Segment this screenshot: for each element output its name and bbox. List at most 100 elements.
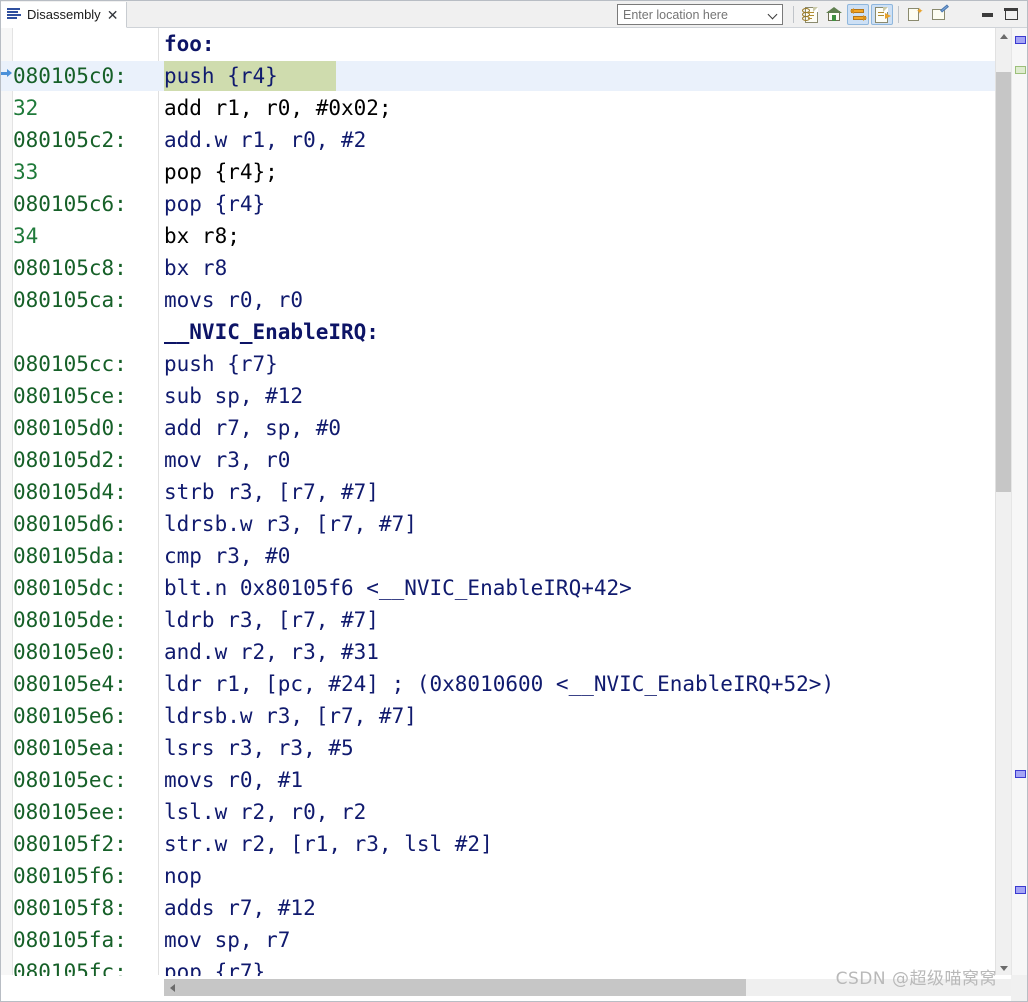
instruction-row[interactable]: 080105d4: strb r3, [r7, #7]: [1, 476, 1011, 508]
breakpoint-marker[interactable]: [1015, 886, 1026, 894]
instruction-row[interactable]: 080105ce: sub sp, #12: [1, 380, 1011, 412]
home-button[interactable]: [823, 4, 845, 25]
instruction-address: 080105dc:: [13, 576, 127, 600]
instruction-row[interactable]: 080105f8: adds r7, #12: [1, 892, 1011, 924]
instruction-row[interactable]: 080105c0: push {r4}: [1, 60, 1011, 92]
scroll-left-button[interactable]: [164, 979, 180, 996]
source-page-icon: [801, 6, 819, 23]
view-toolbar: ✦: [617, 3, 1023, 26]
instruction-text: bx r8: [164, 256, 228, 280]
instruction-text: add.w r1, r0, #2: [164, 128, 367, 152]
instruction-text: add r7, sp, #0: [164, 416, 342, 440]
instruction-address: 080105e0:: [13, 640, 127, 664]
instruction-row[interactable]: 080105e0: and.w r2, r3, #31: [1, 636, 1011, 668]
view-menu-button[interactable]: [952, 4, 974, 25]
scroll-down-button[interactable]: [996, 960, 1011, 976]
instruction-address: 080105d4:: [13, 480, 127, 504]
show-source-button[interactable]: [799, 4, 821, 25]
horizontal-scrollbar-track[interactable]: [164, 979, 1011, 996]
instruction-address: 080105de:: [13, 608, 127, 632]
breakpoint-marker[interactable]: [1015, 770, 1026, 778]
instruction-address: 080105c2:: [13, 128, 127, 152]
instruction-row[interactable]: 080105e4: ldr r1, [pc, #24] ; (0x8010600 …: [1, 668, 1011, 700]
instruction-text: push {r4}: [164, 64, 278, 88]
source-line-number: 32: [13, 96, 39, 120]
instruction-text: pop {r4}: [164, 192, 266, 216]
link-with-active-debug-context-button[interactable]: [871, 4, 893, 25]
current-line-marker[interactable]: [1015, 66, 1026, 74]
close-icon[interactable]: ✕: [106, 8, 120, 22]
source-line-row[interactable]: 33 pop {r4};: [1, 156, 1011, 188]
instruction-address: 080105cc:: [13, 352, 127, 376]
location-input[interactable]: [623, 7, 763, 22]
source-line-text: bx r8;: [164, 224, 240, 248]
function-label-row[interactable]: __NVIC_EnableIRQ:: [1, 316, 1011, 348]
new-view-button[interactable]: ✦: [904, 4, 926, 25]
instruction-address: 080105d2:: [13, 448, 127, 472]
instruction-address: 080105e4:: [13, 672, 127, 696]
instruction-row[interactable]: 080105fc: pop {r7}: [1, 956, 1011, 976]
minimize-button[interactable]: [976, 4, 998, 25]
instruction-text: ldrsb.w r3, [r7, #7]: [164, 512, 417, 536]
overview-ruler[interactable]: [1011, 28, 1027, 976]
instruction-row[interactable]: 080105c6: pop {r4}: [1, 188, 1011, 220]
instruction-row[interactable]: 080105d2: mov r3, r0: [1, 444, 1011, 476]
instruction-row[interactable]: 080105ca: movs r0, r0: [1, 284, 1011, 316]
disassembly-icon: [7, 8, 22, 21]
instruction-text: adds r7, #12: [164, 896, 316, 920]
tab-disassembly[interactable]: Disassembly ✕: [1, 2, 128, 28]
maximize-button[interactable]: [1000, 4, 1022, 25]
instruction-row[interactable]: 080105de: ldrb r3, [r7, #7]: [1, 604, 1011, 636]
instruction-row[interactable]: 080105d6: ldrsb.w r3, [r7, #7]: [1, 508, 1011, 540]
instruction-row[interactable]: 080105e6: ldrsb.w r3, [r7, #7]: [1, 700, 1011, 732]
horizontal-scrollbar-thumb[interactable]: [164, 979, 746, 996]
scroll-up-button[interactable]: [996, 28, 1011, 44]
toggle-instruction-stepping-button[interactable]: [847, 4, 869, 25]
new-note-icon: ✦: [907, 6, 924, 23]
disassembly-listing[interactable]: foo: 080105c0: push {r4} 32 add r1, r0, #0x…: [1, 28, 1011, 976]
instruction-row[interactable]: 080105ec: movs r0, #1: [1, 764, 1011, 796]
instruction-address: 080105c6:: [13, 192, 127, 216]
disassembly-view-window: Disassembly ✕ Enter location here ✦ foo:…: [0, 0, 1028, 1002]
view-titlebar: Disassembly ✕ Enter location here ✦: [1, 1, 1027, 28]
vertical-scrollbar-thumb[interactable]: [996, 72, 1011, 492]
instruction-text: mov r3, r0: [164, 448, 291, 472]
instruction-address: 080105ca:: [13, 288, 127, 312]
breakpoint-marker[interactable]: [1015, 36, 1026, 44]
swap-arrows-icon: [849, 7, 867, 23]
instruction-row[interactable]: 080105f2: str.w r2, [r1, r3, lsl #2]: [1, 828, 1011, 860]
minimize-icon: [979, 7, 996, 23]
source-line-row[interactable]: 32 add r1, r0, #0x02;: [1, 92, 1011, 124]
source-line-number: 33: [13, 160, 39, 184]
source-line-row[interactable]: 34 bx r8;: [1, 220, 1011, 252]
instruction-address: 080105ce:: [13, 384, 127, 408]
instruction-text: str.w r2, [r1, r3, lsl #2]: [164, 832, 493, 856]
instruction-row[interactable]: 080105da: cmp r3, #0: [1, 540, 1011, 572]
instruction-row[interactable]: 080105ee: lsl.w r2, r0, r2: [1, 796, 1011, 828]
pin-to-debug-context-button[interactable]: [928, 3, 950, 25]
vertical-scrollbar[interactable]: [995, 28, 1011, 976]
instruction-row[interactable]: 080105d0: add r7, sp, #0: [1, 412, 1011, 444]
instruction-address: 080105fc:: [13, 960, 127, 976]
instruction-row[interactable]: 080105c2: add.w r1, r0, #2: [1, 124, 1011, 156]
instruction-row[interactable]: 080105f6: nop: [1, 860, 1011, 892]
horizontal-scrollbar[interactable]: [1, 975, 1027, 1001]
instruction-address: 080105f6:: [13, 864, 127, 888]
instruction-address: 080105ec:: [13, 768, 127, 792]
instruction-row[interactable]: 080105c8: bx r8: [1, 252, 1011, 284]
source-line-text: pop {r4};: [164, 160, 278, 184]
function-label-row[interactable]: foo:: [1, 28, 1011, 60]
page-arrow-icon: [874, 6, 891, 23]
toolbar-separator-1: [793, 6, 794, 23]
instruction-row[interactable]: 080105ea: lsrs r3, r3, #5: [1, 732, 1011, 764]
instruction-text: ldrsb.w r3, [r7, #7]: [164, 704, 417, 728]
instruction-row[interactable]: 080105cc: push {r7}: [1, 348, 1011, 380]
disassembly-editor[interactable]: foo: 080105c0: push {r4} 32 add r1, r0, #0x…: [1, 28, 1027, 976]
home-icon: [825, 6, 843, 23]
instruction-text: strb r3, [r7, #7]: [164, 480, 379, 504]
chevron-down-icon[interactable]: [769, 10, 778, 19]
location-combobox[interactable]: [617, 4, 783, 25]
instruction-row[interactable]: 080105fa: mov sp, r7: [1, 924, 1011, 956]
instruction-row[interactable]: 080105dc: blt.n 0x80105f6 <__NVIC_EnableI…: [1, 572, 1011, 604]
instruction-text: lsrs r3, r3, #5: [164, 736, 354, 760]
